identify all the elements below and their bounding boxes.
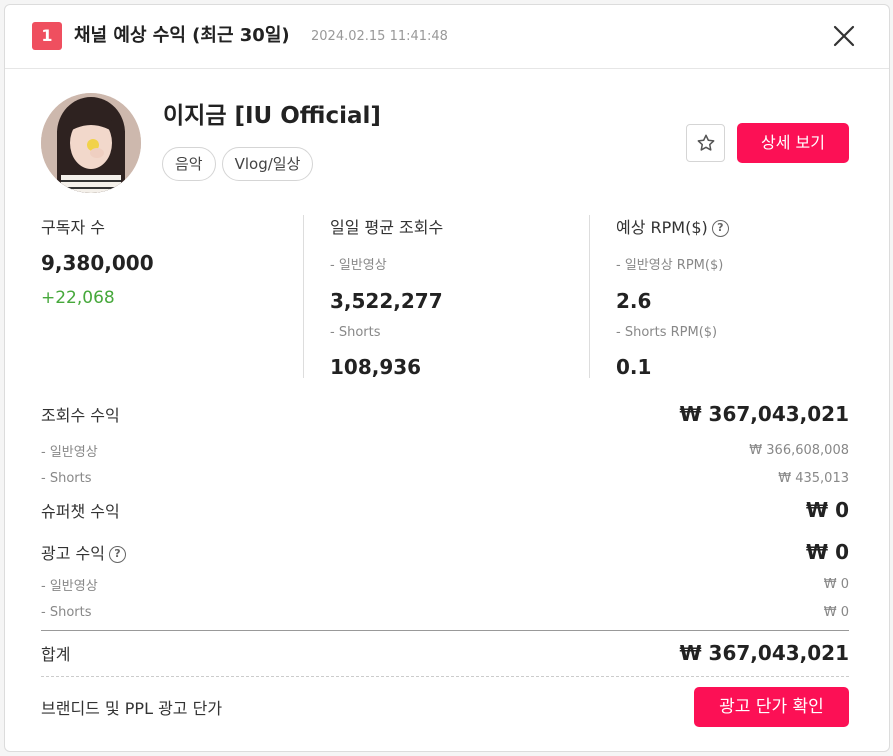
stats-panel: 구독자 수 9,380,000 +22,068 일일 평균 조회수 - 일반영상… [41,215,849,379]
timestamp: 2024.02.15 11:41:48 [311,29,448,44]
superchat-value: ₩ 0 [806,498,849,522]
channel-name: 이지금 [IU Official] [163,103,381,129]
modal-title: 채널 예상 수익 (최근 30일) [74,25,290,46]
ad-shorts-row: - Shorts ₩ 0 [41,602,849,622]
daily-views-normal-label: - 일반영상 [330,258,387,273]
rank-badge: 1 [32,22,62,50]
modal-header: 1 채널 예상 수익 (최근 30일) 2024.02.15 11:41:48 [5,5,889,69]
superchat-row: 슈퍼챗 수익 ₩ 0 [41,496,849,524]
branded-ad-row: 브랜디드 및 PPL 광고 단가 광고 단가 확인 [41,687,849,727]
total-row: 합계 ₩ 367,043,021 [41,637,849,669]
close-icon [833,25,855,47]
view-normal-label: - 일반영상 [41,444,98,460]
daily-views-label: 일일 평균 조회수 [330,218,444,237]
view-shorts-label: - Shorts [41,470,92,486]
rpm-label-wrap: 예상 RPM($)? [616,217,729,239]
total-label: 합계 [41,645,71,664]
branded-ad-label: 브랜디드 및 PPL 광고 단가 [41,699,223,718]
subscribers-value: 9,380,000 [41,251,154,275]
help-icon[interactable]: ? [711,220,729,237]
rpm-shorts-value: 0.1 [616,355,652,379]
subscribers-label: 구독자 수 [41,218,105,237]
view-normal-value: ₩ 366,608,008 [749,442,849,458]
revenue-modal: 1 채널 예상 수익 (최근 30일) 2024.02.15 11:41:48 … [4,4,890,752]
favorite-button[interactable] [686,124,725,162]
detail-view-button[interactable]: 상세 보기 [737,123,849,163]
ad-revenue-value: ₩ 0 [806,540,849,564]
ad-revenue-row: 광고 수익? ₩ 0 [41,538,849,566]
ad-shorts-label: - Shorts [41,604,92,620]
view-revenue-value: ₩ 367,043,021 [679,402,849,426]
ad-shorts-value: ₩ 0 [823,604,849,620]
view-revenue-label: 조회수 수익 [41,406,120,425]
view-shorts-value: ₩ 435,013 [778,470,849,486]
ad-normal-row: - 일반영상 ₩ 0 [41,574,849,594]
rpm-stat: 예상 RPM($)? - 일반영상 RPM($) 2.6 - Shorts RP… [589,215,849,379]
view-normal-row: - 일반영상 ₩ 366,608,008 [41,440,849,460]
tag-music[interactable]: 음악 [162,147,216,181]
daily-views-shorts-value: 108,936 [330,355,422,379]
divider [41,630,849,631]
tag-vlog[interactable]: Vlog/일상 [221,147,314,181]
channel-tags: 음악 Vlog/일상 [162,147,314,181]
channel-avatar [41,93,141,193]
check-ad-rate-button[interactable]: 광고 단가 확인 [694,687,849,727]
ad-normal-value: ₩ 0 [823,576,849,592]
rpm-label: 예상 RPM($) [616,218,708,237]
view-shorts-row: - Shorts ₩ 435,013 [41,468,849,488]
subscribers-stat: 구독자 수 9,380,000 +22,068 [41,215,303,378]
ad-revenue-label-wrap: 광고 수익? [41,540,126,564]
total-value: ₩ 367,043,021 [679,641,849,665]
rpm-shorts-label: - Shorts RPM($) [616,325,718,340]
rpm-normal-value: 2.6 [616,289,652,313]
view-revenue-row: 조회수 수익 ₩ 367,043,021 [41,400,849,428]
help-icon[interactable]: ? [108,546,126,563]
daily-views-stat: 일일 평균 조회수 - 일반영상 3,522,277 - Shorts 108,… [303,215,589,379]
daily-views-normal-value: 3,522,277 [330,289,443,313]
dashed-divider [41,676,849,677]
superchat-label: 슈퍼챗 수익 [41,502,120,521]
star-icon [697,134,714,151]
daily-views-shorts-label: - Shorts [330,325,381,340]
rpm-normal-label: - 일반영상 RPM($) [616,258,724,273]
close-button[interactable] [829,21,859,51]
ad-revenue-label: 광고 수익 [41,544,105,563]
ad-normal-label: - 일반영상 [41,578,98,594]
subscribers-change: +22,068 [41,288,115,308]
